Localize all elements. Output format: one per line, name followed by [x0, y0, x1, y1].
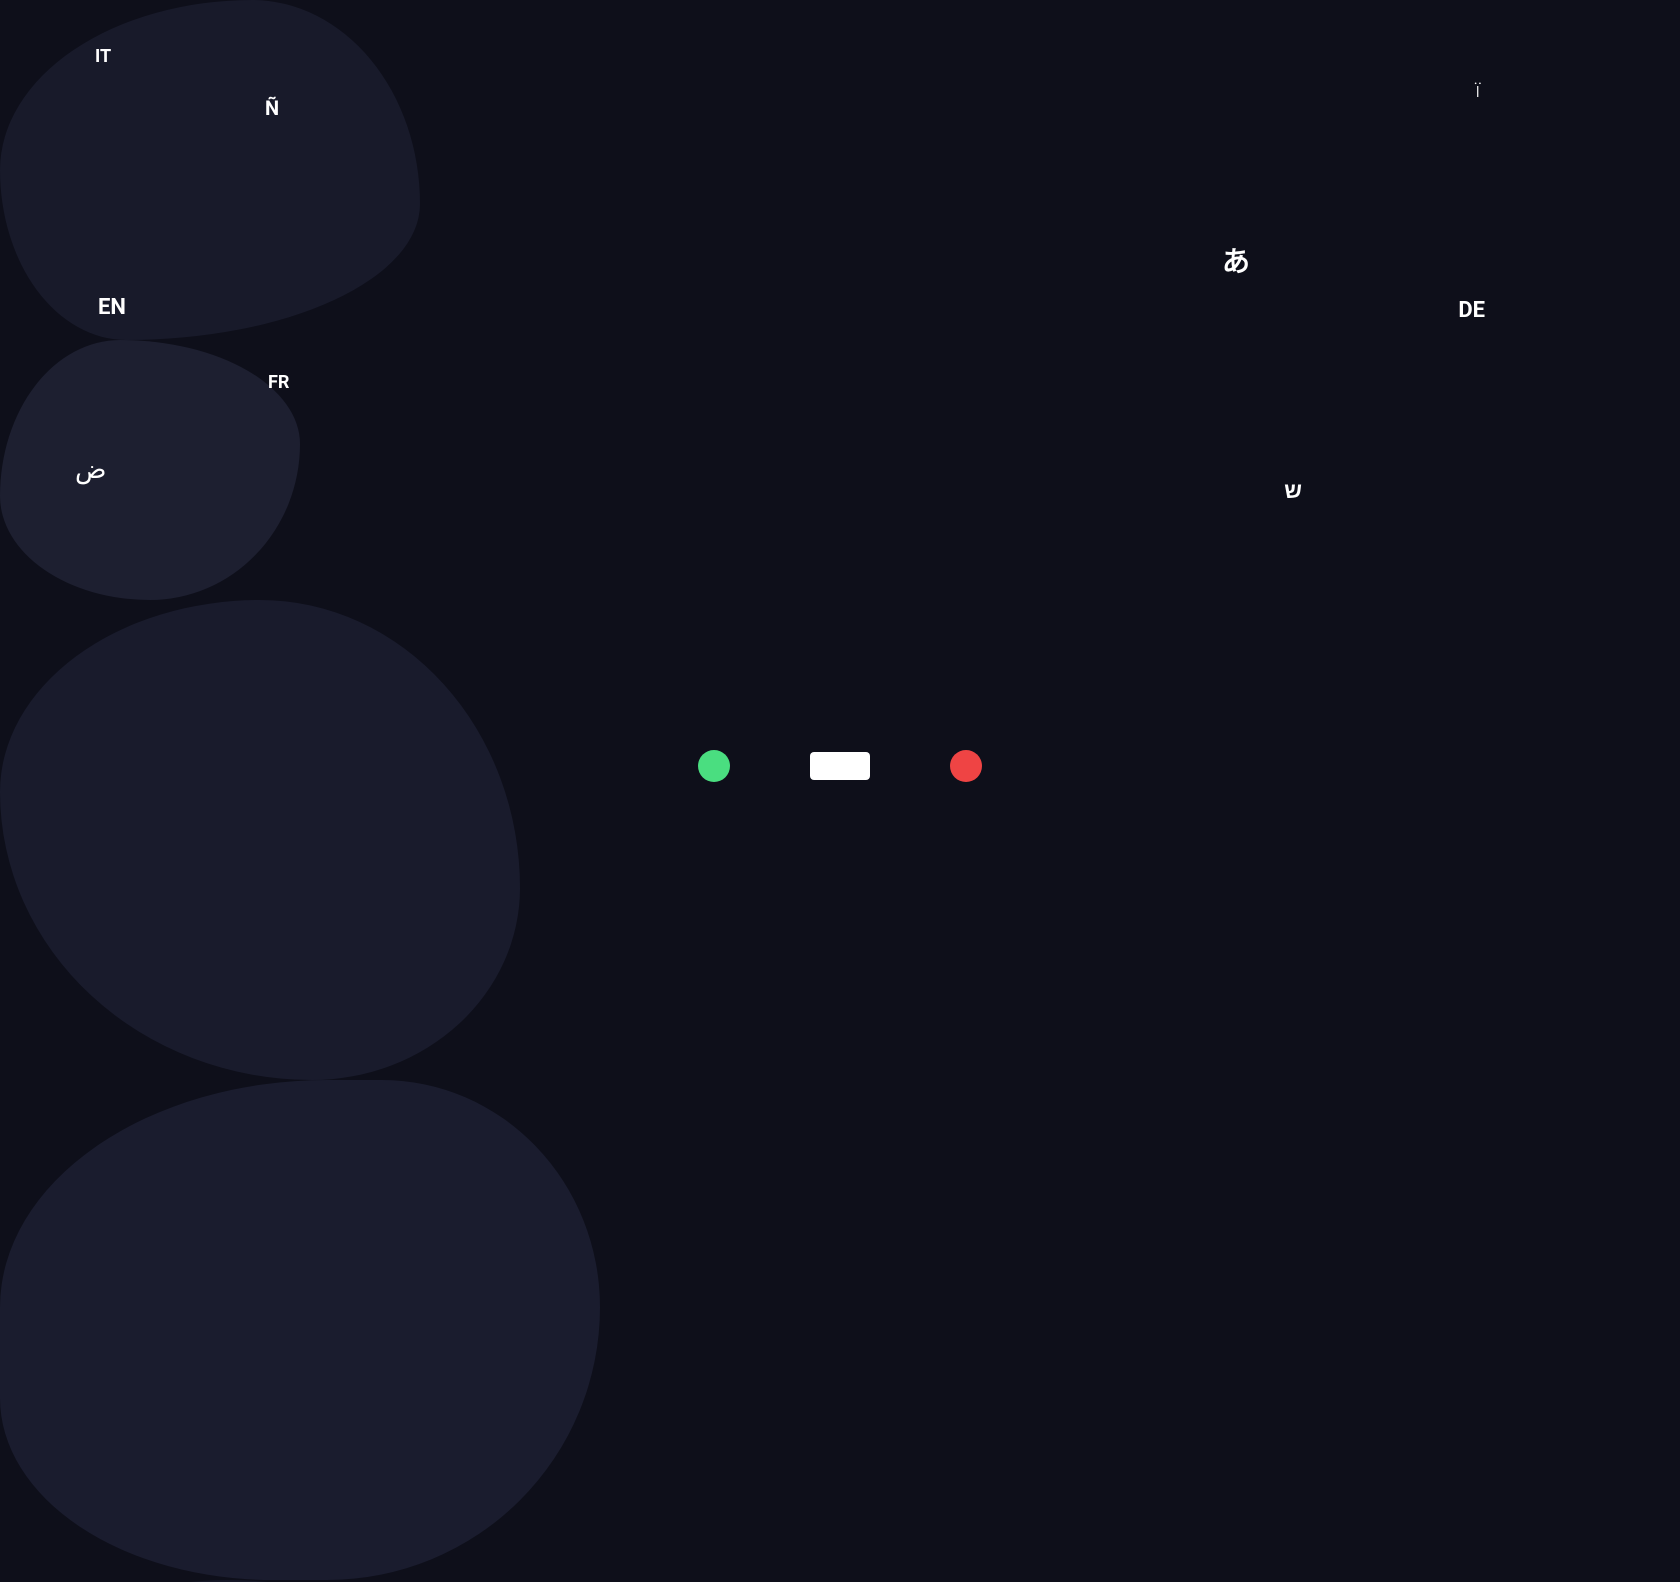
bg-blob-bottom-right — [0, 1080, 600, 1580]
lang-label-de: DE — [1458, 298, 1485, 323]
partner-logo-2 — [810, 752, 870, 780]
partner-logo-white — [810, 752, 870, 780]
partner-logo-green — [698, 750, 730, 782]
bg-blob-top-right — [0, 600, 520, 1080]
partner-logo-3 — [950, 750, 982, 782]
bg-blob-center-left — [0, 1580, 500, 1582]
lang-label-i-right: ï — [1476, 78, 1480, 102]
lang-label-jp: あ — [1222, 240, 1250, 280]
bg-blob-top-left — [0, 0, 420, 340]
lang-label-hebrew: ש — [1284, 478, 1302, 504]
partner-logo-1 — [698, 750, 730, 782]
bg-blob-top-center — [0, 340, 300, 600]
partner-logo-red — [950, 750, 982, 782]
partner-logos — [0, 741, 1680, 791]
